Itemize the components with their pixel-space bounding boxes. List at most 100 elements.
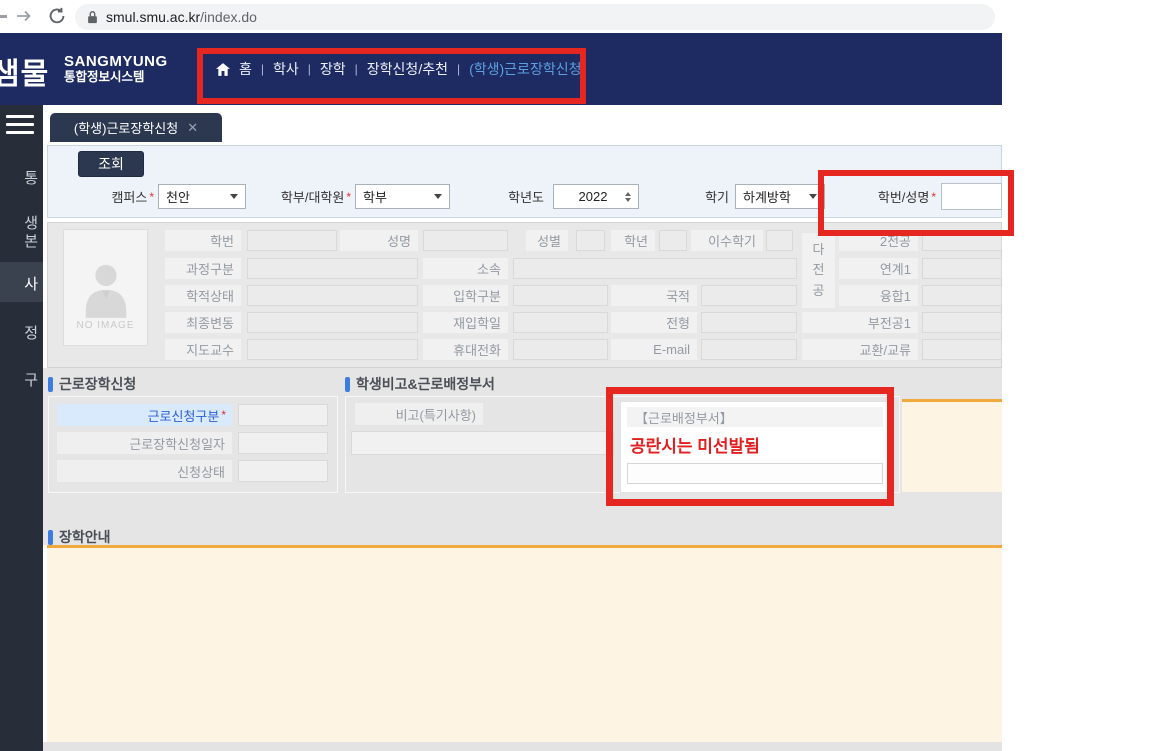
sidebar-item-basic[interactable]: 본: [0, 230, 43, 251]
field-last-change: [247, 312, 418, 333]
field-student-number: [247, 230, 337, 251]
year-label: 학년도: [490, 186, 544, 207]
label-note: 비고(특기사항): [355, 403, 483, 425]
person-icon: [77, 256, 135, 318]
section-bar-icon: [345, 377, 350, 392]
campus-label: 캠퍼스*: [88, 186, 154, 207]
label-grade: 학년: [611, 230, 655, 251]
section-header-work-application: 근로장학신청: [48, 374, 136, 394]
field-affiliation: [513, 258, 797, 279]
forward-icon[interactable]: [15, 7, 33, 25]
query-button[interactable]: 조회: [78, 151, 144, 177]
section-title: 학생비고&근로배정부서: [356, 374, 495, 394]
label-linked-major: 연계1: [839, 258, 918, 279]
field-screening: [701, 312, 797, 333]
annotation-box-breadcrumb: [197, 48, 586, 104]
year-value: 2022: [561, 189, 625, 204]
field-work-application-type: [238, 404, 328, 426]
field-exchange: [922, 339, 1002, 360]
label-course-type: 과정구분: [165, 258, 241, 279]
spinner-arrows-icon[interactable]: [625, 192, 631, 202]
menu-hamburger-icon[interactable]: [0, 112, 43, 142]
label-application-status: 신청상태: [57, 460, 232, 482]
tab-work-scholarship[interactable]: (학생)근로장학신청 ✕: [50, 113, 222, 142]
url-host: smul.smu.ac.kr: [106, 9, 200, 25]
term-select[interactable]: 하계방학: [735, 184, 825, 209]
field-readmission-date: [513, 312, 608, 333]
label-screening: 전형: [611, 312, 697, 333]
field-admission-type: [513, 285, 608, 306]
field-gender: [576, 230, 605, 251]
url-bar[interactable]: smul.smu.ac.kr/index.do: [75, 4, 995, 30]
required-mark: *: [346, 190, 351, 204]
field-email: [701, 339, 797, 360]
sidebar-item-common[interactable]: 통: [0, 167, 43, 188]
field-minor: [922, 312, 1002, 333]
section-bar-icon: [48, 377, 53, 392]
campus-select[interactable]: 천안: [158, 184, 246, 209]
reload-icon[interactable]: [48, 7, 66, 25]
field-convergence-major: [922, 285, 1002, 306]
required-mark: *: [149, 190, 154, 204]
sidebar-item-research[interactable]: 구: [0, 369, 43, 390]
label-enrollment-status: 학적상태: [165, 285, 241, 306]
division-label: 학부/대학원*: [252, 186, 351, 207]
student-photo-placeholder: NO IMAGE: [63, 229, 148, 346]
label-admission-type: 입학구분: [423, 285, 508, 306]
annotation-box-assignment-dept: [606, 387, 894, 506]
field-grade: [659, 230, 687, 251]
app-logo[interactable]: 샘물: [0, 49, 49, 93]
chevron-down-icon: [230, 194, 238, 199]
label-completed-terms: 이수학기: [691, 230, 763, 251]
back-icon[interactable]: [0, 15, 7, 18]
label-last-change: 최종변동: [165, 312, 241, 333]
label-work-application-date: 근로장학신청일자: [57, 432, 232, 454]
label-mobile-phone: 휴대전화: [423, 339, 508, 360]
label-multi-major: 다전공: [802, 233, 835, 308]
field-mobile-phone: [513, 339, 608, 360]
sidebar-item-haksa-active[interactable]: 사: [0, 273, 43, 294]
brand-line1: SANGMYUNG: [64, 53, 168, 70]
label-name: 성명: [340, 230, 418, 251]
lock-icon: [87, 10, 98, 24]
label-advisor: 지도교수: [165, 339, 241, 360]
section-header-guide: 장학안내: [48, 527, 111, 547]
label-convergence-major: 융합1: [839, 285, 918, 306]
query-button-label: 조회: [98, 154, 124, 174]
field-enrollment-status: [247, 285, 418, 306]
label-student-number: 학번: [165, 230, 241, 251]
annotation-box-student-id: [818, 170, 1014, 236]
field-linked-major: [922, 258, 1002, 279]
guide-content-area: [47, 548, 1002, 742]
label-exchange: 교환/교류: [802, 339, 918, 360]
label-affiliation: 소속: [423, 258, 508, 279]
tab-close-icon[interactable]: ✕: [187, 120, 198, 136]
label-email: E-mail: [611, 339, 697, 360]
app-brand: SANGMYUNG 통합정보시스템: [64, 53, 168, 85]
sidebar-item-jeong[interactable]: 정: [0, 322, 43, 343]
required-mark: *: [221, 408, 226, 422]
label-nationality: 국적: [611, 285, 697, 306]
url-path: /index.do: [200, 9, 257, 25]
division-value: 학부: [363, 187, 387, 206]
division-select[interactable]: 학부: [355, 184, 450, 209]
label-work-application-type: 근로신청구분*: [57, 404, 232, 426]
note-input[interactable]: [351, 431, 614, 455]
section-title: 근로장학신청: [59, 374, 136, 394]
screenshot-root: smul.smu.ac.kr/index.do 샘물 SANGMYUNG 통합정…: [0, 0, 1152, 751]
field-name: [423, 230, 508, 251]
section-header-note-dept: 학생비고&근로배정부서: [345, 374, 495, 394]
sidebar: [0, 105, 43, 751]
field-application-status: [238, 460, 328, 482]
field-nationality: [701, 285, 797, 306]
tab-label: (학생)근로장학신청: [74, 118, 178, 137]
field-completed-terms: [766, 230, 793, 251]
year-spinner[interactable]: 2022: [553, 184, 639, 209]
field-work-application-date: [238, 432, 328, 454]
term-value: 하계방학: [743, 187, 791, 206]
label-readmission-date: 재입학일: [423, 312, 508, 333]
section-bar-icon: [48, 530, 53, 545]
section-title: 장학안내: [59, 527, 111, 547]
field-advisor: [247, 339, 418, 360]
chevron-down-icon: [809, 194, 817, 199]
